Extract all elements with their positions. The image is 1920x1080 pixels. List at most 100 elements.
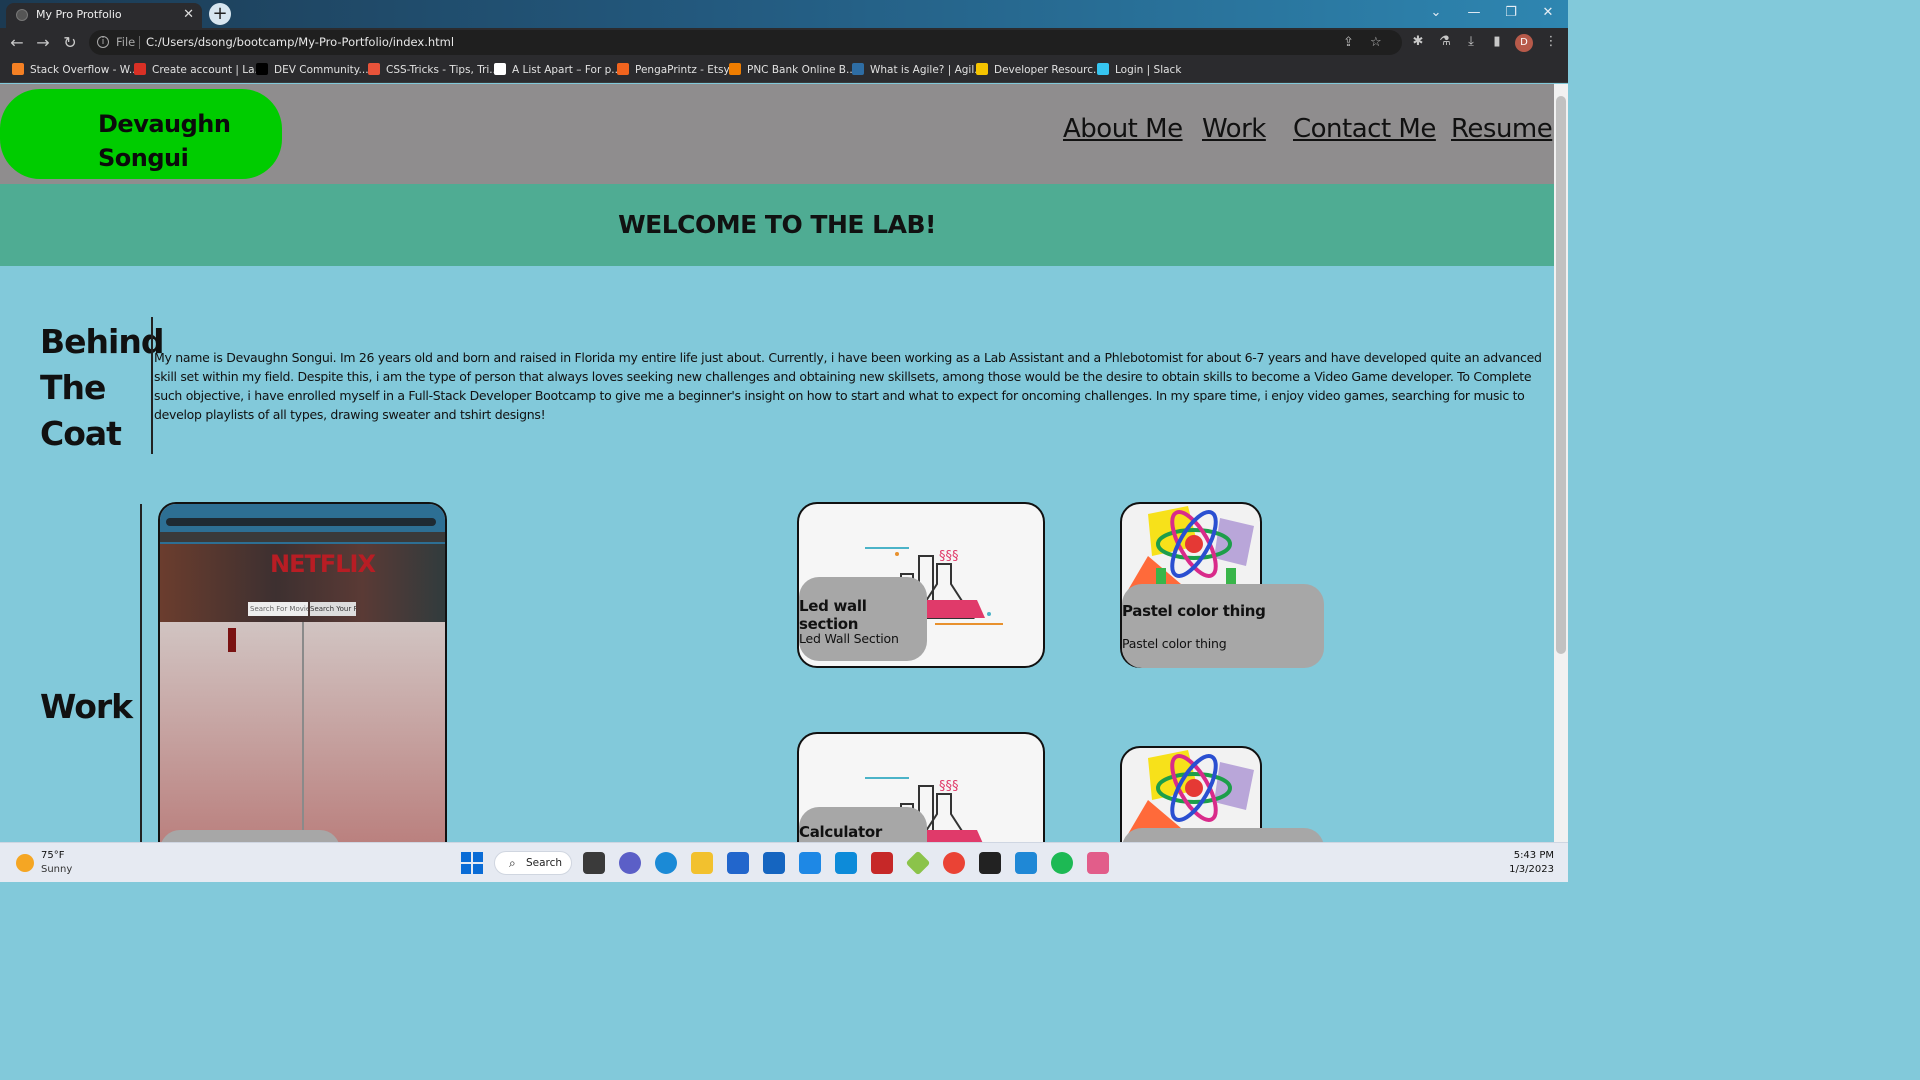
browser-tab[interactable]: My Pro Protfolio ✕ xyxy=(6,3,202,28)
windows-taskbar: 75°F Sunny ⌕ Search 5:43 PM 1/3/2023 xyxy=(0,842,1568,882)
bookmark-item[interactable]: CSS-Tricks - Tips, Tri... xyxy=(368,62,499,78)
logo-line-1: Devaughn xyxy=(98,110,231,138)
about-heading-line: Coat xyxy=(40,414,122,453)
snipping-tool-icon[interactable] xyxy=(1087,852,1109,874)
terminal-icon[interactable] xyxy=(979,852,1001,874)
project-card-calculator[interactable]: §§§ Calculator xyxy=(797,732,1045,842)
nav-about-me[interactable]: About Me xyxy=(1063,114,1183,144)
file-explorer-icon[interactable] xyxy=(691,852,713,874)
scrollbar-thumb[interactable] xyxy=(1556,96,1566,654)
project-card-atom[interactable] xyxy=(1120,746,1324,842)
bookmark-item[interactable]: Login | Slack xyxy=(1097,62,1181,78)
bookmark-label: Developer Resourc... xyxy=(994,64,1104,76)
bookmark-favicon-icon xyxy=(134,63,146,75)
task-view-icon[interactable] xyxy=(583,852,605,874)
bookmark-favicon-icon xyxy=(1097,63,1109,75)
bookmark-label: PNC Bank Online B... xyxy=(747,64,856,76)
weather-desc[interactable]: Sunny xyxy=(41,864,72,875)
menu-icon[interactable]: ⋮ xyxy=(1541,32,1561,52)
atom-icon xyxy=(1128,750,1254,834)
mail-icon[interactable] xyxy=(763,852,785,874)
bookmark-label: Create account | La... xyxy=(152,64,265,76)
section-divider xyxy=(140,504,142,842)
close-tab-icon[interactable]: ✕ xyxy=(183,3,194,27)
bookmark-item[interactable]: Stack Overflow - W... xyxy=(12,62,139,78)
vscode-icon[interactable] xyxy=(1015,852,1037,874)
card-title: Calculator xyxy=(799,823,882,841)
project-card-netflix[interactable]: NETFLIX Search For Movies Search Your Re… xyxy=(158,502,447,842)
back-icon[interactable]: ← xyxy=(6,32,28,54)
globe-icon xyxy=(16,9,28,21)
profile-avatar[interactable]: D xyxy=(1515,34,1533,52)
sun-icon[interactable] xyxy=(16,854,34,872)
bookmark-favicon-icon xyxy=(368,63,380,75)
bookmark-label: Stack Overflow - W... xyxy=(30,64,139,76)
bookmark-item[interactable]: PNC Bank Online B... xyxy=(729,62,856,78)
forward-icon[interactable]: → xyxy=(32,32,54,54)
windows-start-icon[interactable] xyxy=(461,852,483,874)
bookmark-item[interactable]: Developer Resourc... xyxy=(976,62,1103,78)
atom-icon xyxy=(1128,506,1254,590)
spotify-icon[interactable] xyxy=(1051,852,1073,874)
taskbar-search[interactable]: ⌕ Search xyxy=(494,851,572,875)
bookmark-label: DEV Community... xyxy=(274,64,369,76)
svg-text:§§§: §§§ xyxy=(939,779,959,794)
clock-date[interactable]: 1/3/2023 xyxy=(1490,864,1554,875)
bookmark-favicon-icon xyxy=(256,63,268,75)
launcher-icon[interactable] xyxy=(799,852,821,874)
share-icon[interactable]: ⇪ xyxy=(1343,30,1354,55)
bookmark-label: Login | Slack xyxy=(1115,64,1182,76)
reload-icon[interactable]: ↻ xyxy=(59,32,81,54)
about-heading-line: Behind xyxy=(40,322,164,361)
minimize-button[interactable]: — xyxy=(1456,2,1492,24)
project-card-led-wall[interactable]: §§§ Led wall section Led Wall Section xyxy=(797,502,1045,668)
project-card-pastel[interactable]: Pastel color thing Pastel color thing xyxy=(1120,502,1324,668)
app-icon[interactable] xyxy=(905,850,931,876)
download-icon[interactable]: ⤓ xyxy=(1461,32,1481,52)
screenshot-hero: NETFLIX Search For Movies Search Your Re… xyxy=(160,544,445,622)
nav-work[interactable]: Work xyxy=(1202,114,1266,144)
card-overlay: Calculator xyxy=(799,807,927,842)
nav-resume[interactable]: Resume xyxy=(1451,114,1553,144)
bookmark-favicon-icon xyxy=(617,63,629,75)
about-heading-line: The xyxy=(40,368,106,407)
card-overlay: Led wall section Led Wall Section xyxy=(799,577,927,661)
bookmark-item[interactable]: Create account | La... xyxy=(134,62,265,78)
bookmark-favicon-icon xyxy=(852,63,864,75)
tab-search-icon[interactable]: ⌄ xyxy=(1418,2,1454,24)
clock-time[interactable]: 5:43 PM xyxy=(1490,850,1554,861)
lab-extension-icon[interactable]: ⚗ xyxy=(1435,32,1455,52)
card-description: Led Wall Section xyxy=(799,631,899,646)
bookmark-item[interactable]: PengaPrintz - Etsy xyxy=(617,62,730,78)
edge-icon[interactable] xyxy=(655,852,677,874)
weather-temp[interactable]: 75°F xyxy=(41,850,64,861)
screenshot-search-input: Search For Movies xyxy=(248,602,308,616)
chrome-icon[interactable] xyxy=(943,852,965,874)
info-icon[interactable]: i xyxy=(97,36,109,48)
app-icon[interactable] xyxy=(835,852,857,874)
nav-contact-me[interactable]: Contact Me xyxy=(1293,114,1436,144)
portfolio-page: Devaughn Songui About Me Work Contact Me… xyxy=(0,84,1554,842)
side-panel-icon[interactable]: ▮ xyxy=(1487,32,1507,52)
restore-button[interactable]: ❐ xyxy=(1493,2,1529,24)
screenshot-body xyxy=(160,622,445,842)
store-icon[interactable] xyxy=(727,852,749,874)
bookmark-item[interactable]: DEV Community... xyxy=(256,62,369,78)
address-bar[interactable]: i File C:/Users/dsong/bootcamp/My-Pro-Po… xyxy=(89,30,1402,55)
search-icon: ⌕ xyxy=(509,856,516,870)
section-divider xyxy=(151,317,153,454)
logo-line-2: Songui xyxy=(98,144,189,172)
bookmark-item[interactable]: What is Agile? | Agil... xyxy=(852,62,984,78)
mcafee-icon[interactable] xyxy=(871,852,893,874)
close-window-button[interactable]: ✕ xyxy=(1530,2,1566,24)
tab-strip: My Pro Protfolio ✕ + ⌄ — ❐ ✕ xyxy=(0,0,1568,28)
bookmarks-bar: Stack Overflow - W... Create account | La… xyxy=(0,58,1568,83)
teams-chat-icon[interactable] xyxy=(619,852,641,874)
bookmark-star-icon[interactable]: ☆ xyxy=(1370,30,1382,55)
site-logo[interactable]: Devaughn Songui xyxy=(0,89,282,179)
extensions-icon[interactable]: ✱ xyxy=(1408,32,1428,52)
bookmark-item[interactable]: A List Apart – For p... xyxy=(494,62,621,78)
new-tab-button[interactable]: + xyxy=(209,3,231,25)
search-label: Search xyxy=(526,857,563,869)
url-text[interactable]: C:/Users/dsong/bootcamp/My-Pro-Portfolio… xyxy=(146,30,454,55)
